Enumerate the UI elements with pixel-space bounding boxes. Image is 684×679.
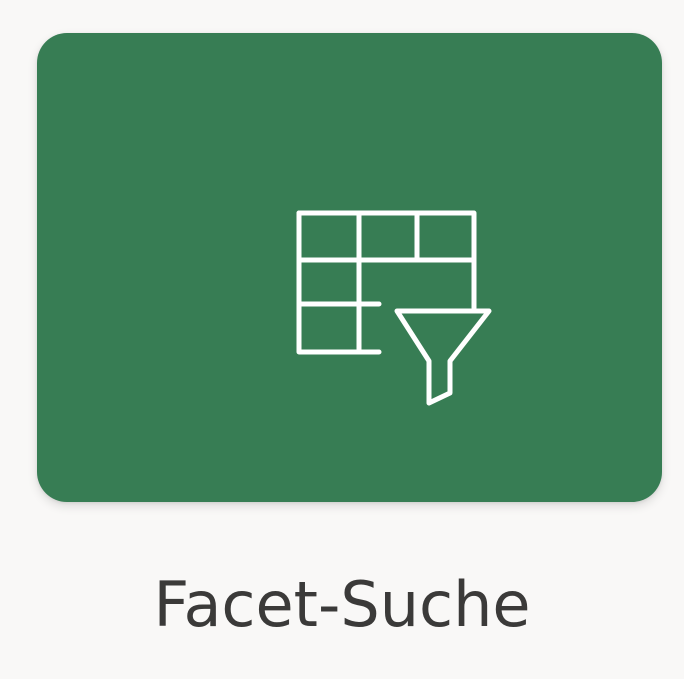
table-filter-icon xyxy=(287,203,497,413)
facet-search-tile[interactable] xyxy=(37,33,662,502)
app-tile-container: Facet-Suche xyxy=(0,0,684,679)
tile-label: Facet-Suche xyxy=(153,568,531,641)
